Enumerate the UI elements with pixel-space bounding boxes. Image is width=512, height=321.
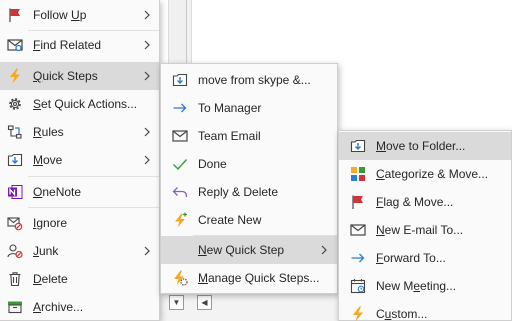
menu-item-label: Move	[33, 153, 63, 167]
menu-item-quick-steps[interactable]: Quick Steps	[0, 62, 159, 90]
quick-step-label: Create New	[198, 213, 262, 227]
new-step-move-to-folder[interactable]: Move to Folder...	[339, 132, 511, 160]
new-step-categorize-move[interactable]: Categorize & Move...	[339, 160, 511, 188]
new-quick-step-label: New Quick Step	[198, 243, 285, 257]
new-step-forward-to[interactable]: Forward To...	[339, 244, 511, 272]
quick-step-label: To Manager	[198, 101, 262, 115]
new-step-new-meeting[interactable]: New Meeting...	[339, 272, 511, 300]
menu-separator	[28, 207, 159, 208]
quick-step-item[interactable]: Create New	[161, 206, 337, 234]
new-step-label: Custom...	[376, 307, 428, 321]
quick-step-item[interactable]: To Manager	[161, 94, 337, 122]
ignore-icon	[6, 214, 24, 232]
rules-icon	[6, 123, 24, 141]
onenote-icon	[6, 183, 24, 201]
menu-item-rules[interactable]: Rules	[0, 118, 159, 146]
menu-item-label: Delete	[33, 272, 68, 286]
lightning-icon	[6, 67, 24, 85]
context-menu: Follow Up Find Related Quick Steps Set Q…	[0, 0, 160, 321]
menu-item-onenote[interactable]: OneNote	[0, 178, 159, 206]
quick-step-label: move from skype &...	[198, 73, 311, 87]
menu-item-delete[interactable]: Delete	[0, 265, 159, 293]
submenu-arrow-icon	[142, 244, 152, 258]
submenu-arrow-icon	[142, 125, 152, 139]
arrow-right-icon	[171, 99, 189, 117]
menu-item-label: Set Quick Actions...	[33, 97, 138, 111]
manage-quick-steps-item[interactable]: Manage Quick Steps...	[161, 264, 337, 292]
flag-icon	[6, 6, 24, 24]
arrow-right-icon	[349, 249, 367, 267]
quick-step-item[interactable]: move from skype &...	[161, 66, 337, 94]
manage-quick-steps-label: Manage Quick Steps...	[198, 271, 320, 285]
calendar-icon	[349, 277, 367, 295]
menu-item-label: Junk	[33, 244, 59, 258]
envelope-icon	[349, 221, 367, 239]
checkmark-icon	[171, 155, 189, 173]
menu-item-follow-up[interactable]: Follow Up	[0, 1, 159, 29]
reply-icon	[171, 183, 189, 201]
find-related-icon	[6, 36, 24, 54]
move-to-folder-icon	[349, 137, 367, 155]
submenu-arrow-icon	[142, 38, 152, 52]
new-step-flag-move[interactable]: Flag & Move...	[339, 188, 511, 216]
submenu-arrow-icon	[142, 69, 152, 83]
scroll-left-button[interactable]: ◀	[197, 295, 212, 310]
menu-item-label: Archive...	[33, 300, 84, 314]
envelope-icon	[171, 127, 189, 145]
menu-item-label: Follow Up	[33, 8, 87, 22]
new-step-label: New E-mail To...	[376, 223, 464, 237]
quick-step-label: Team Email	[198, 129, 261, 143]
move-to-folder-icon	[171, 71, 189, 89]
new-step-label: Move to Folder...	[376, 139, 466, 153]
lightning-icon	[349, 305, 367, 321]
quick-step-item[interactable]: Done	[161, 150, 337, 178]
new-quick-step-item[interactable]: New Quick Step	[161, 236, 337, 264]
archive-icon	[6, 298, 24, 316]
delete-icon	[6, 270, 24, 288]
manage-quick-steps-icon	[171, 269, 189, 287]
menu-item-junk[interactable]: Junk	[0, 237, 159, 265]
submenu-arrow-icon	[142, 8, 152, 22]
quick-step-item[interactable]: Team Email	[161, 122, 337, 150]
new-step-label: Forward To...	[376, 251, 446, 265]
menu-item-label: Find Related	[33, 38, 102, 52]
menu-item-label: Rules	[33, 125, 64, 139]
menu-item-ignore[interactable]: Ignore	[0, 209, 159, 237]
submenu-arrow-icon	[319, 243, 329, 257]
new-step-new-email-to[interactable]: New E-mail To...	[339, 216, 511, 244]
quick-step-label: Done	[198, 157, 227, 171]
menu-item-archive[interactable]: Archive...	[0, 293, 159, 321]
menu-separator	[28, 176, 159, 177]
move-icon	[6, 151, 24, 169]
menu-item-label: Ignore	[33, 216, 68, 230]
menu-item-find-related[interactable]: Find Related	[0, 31, 159, 59]
submenu-arrow-icon	[142, 153, 152, 167]
quick-step-item[interactable]: Reply & Delete	[161, 178, 337, 206]
flag-icon	[349, 193, 367, 211]
categorize-icon	[349, 165, 367, 183]
gear-icon	[6, 95, 24, 113]
quick-step-label: Reply & Delete	[198, 185, 279, 199]
lightning-new-icon	[171, 211, 189, 229]
menu-item-label: Quick Steps	[33, 69, 98, 83]
new-step-label: New Meeting...	[376, 279, 457, 293]
new-step-label: Flag & Move...	[376, 195, 454, 209]
new-step-label: Categorize & Move...	[376, 167, 489, 181]
new-step-custom[interactable]: Custom...	[339, 300, 511, 321]
scroll-down-button[interactable]: ▼	[169, 295, 184, 310]
menu-item-set-quick-actions[interactable]: Set Quick Actions...	[0, 90, 159, 118]
menu-item-move[interactable]: Move	[0, 146, 159, 174]
menu-item-label: OneNote	[33, 185, 82, 199]
quick-steps-submenu: move from skype &... To Manager Team Ema…	[160, 63, 338, 294]
junk-icon	[6, 242, 24, 260]
new-quick-step-submenu: Move to Folder... Categorize & Move... F…	[338, 130, 512, 321]
